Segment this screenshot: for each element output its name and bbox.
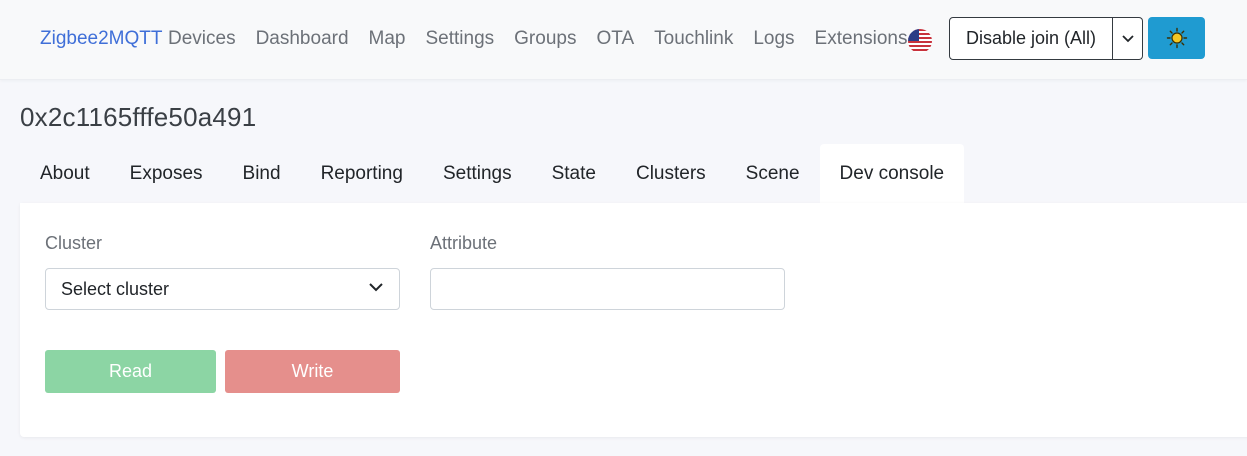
device-tabs: About Exposes Bind Reporting Settings St… — [20, 144, 965, 203]
tab-scene[interactable]: Scene — [726, 144, 820, 203]
write-button[interactable]: Write — [225, 350, 400, 393]
cluster-label: Cluster — [45, 233, 103, 253]
cluster-select-value: Select cluster — [61, 278, 170, 299]
nav-link-groups[interactable]: Groups — [514, 28, 576, 50]
nav-link-map[interactable]: Map — [369, 28, 406, 50]
tab-state[interactable]: State — [532, 144, 616, 203]
theme-toggle-button[interactable] — [1148, 17, 1205, 59]
nav-link-devices[interactable]: Devices — [168, 28, 236, 50]
tab-clusters[interactable]: Clusters — [616, 144, 726, 203]
tab-settings[interactable]: Settings — [423, 144, 532, 203]
nav-link-dashboard[interactable]: Dashboard — [256, 28, 349, 50]
cluster-select[interactable]: Select cluster — [45, 268, 400, 310]
nav-link-ota[interactable]: OTA — [596, 28, 634, 50]
dev-console-panel: Cluster Attribute Select cluster Read Wr… — [20, 203, 1247, 437]
join-dropdown-toggle[interactable] — [1113, 17, 1143, 60]
read-button[interactable]: Read — [45, 350, 216, 393]
tab-about[interactable]: About — [20, 144, 110, 203]
tab-dev-console[interactable]: Dev console — [819, 144, 965, 203]
us-flag-icon[interactable] — [908, 29, 932, 53]
nav-link-touchlink[interactable]: Touchlink — [654, 28, 733, 50]
nav-links: Devices Dashboard Map Settings Groups OT… — [168, 28, 928, 50]
join-button-group: Disable join (All) — [949, 17, 1143, 60]
nav-link-logs[interactable]: Logs — [753, 28, 794, 50]
chevron-down-icon — [369, 283, 383, 292]
brand-link[interactable]: Zigbee2MQTT — [40, 28, 162, 50]
device-title: 0x2c1165fffe50a491 — [20, 102, 257, 132]
disable-join-button[interactable]: Disable join (All) — [949, 17, 1113, 60]
tab-bind[interactable]: Bind — [223, 144, 301, 203]
attribute-label: Attribute — [430, 233, 498, 253]
sun-icon — [1166, 27, 1187, 49]
chevron-down-icon — [1121, 34, 1134, 42]
navbar: Zigbee2MQTT Devices Dashboard Map Settin… — [0, 0, 1247, 80]
tab-exposes[interactable]: Exposes — [110, 144, 223, 203]
tab-reporting[interactable]: Reporting — [301, 144, 423, 203]
nav-link-settings[interactable]: Settings — [426, 28, 495, 50]
nav-link-extensions[interactable]: Extensions — [815, 28, 908, 50]
attribute-input[interactable] — [430, 268, 785, 310]
